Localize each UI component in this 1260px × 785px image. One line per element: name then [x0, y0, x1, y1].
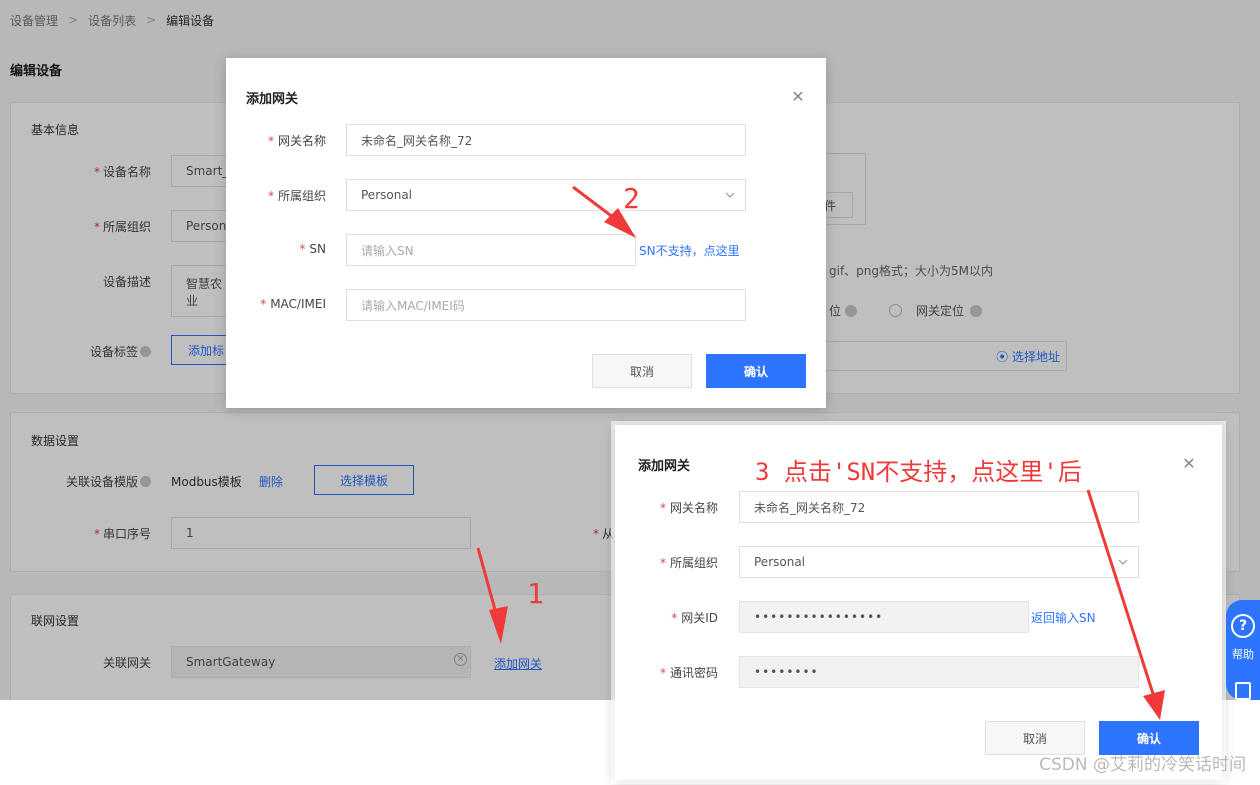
- sn-unsupported-link[interactable]: SN不支持，点这里: [639, 242, 740, 259]
- annotation-step-1: 1: [527, 577, 544, 610]
- mac-label: * MAC/IMEI: [260, 297, 326, 311]
- chevron-down-icon: [1118, 559, 1128, 565]
- password-label: * 通讯密码: [659, 666, 718, 680]
- document-icon: [1235, 682, 1251, 700]
- gateway-name-label: * 网关名称: [267, 134, 326, 148]
- close-icon[interactable]: ✕: [1182, 456, 1196, 472]
- modal-title: 添加网关: [638, 459, 691, 474]
- gateway-id-input[interactable]: ••••••••••••••••: [739, 601, 1029, 633]
- help-label: 帮助: [1232, 648, 1254, 661]
- sn-label: * SN: [299, 242, 326, 256]
- mac-input[interactable]: 请输入MAC/IMEI码: [346, 289, 746, 321]
- gateway-name-input[interactable]: 未命名_网关名称_72: [739, 491, 1139, 523]
- org-label: * 所属组织: [659, 556, 718, 570]
- org-select[interactable]: Personal: [739, 546, 1139, 578]
- gateway-name-label: * 网关名称: [659, 501, 718, 515]
- password-input[interactable]: ••••••••: [739, 656, 1139, 688]
- chevron-down-icon: [725, 192, 735, 198]
- org-label: * 所属组织: [267, 189, 326, 203]
- cancel-button[interactable]: 取消: [592, 354, 692, 388]
- modal-title: 添加网关: [246, 92, 299, 107]
- annotation-step-2: 2: [623, 182, 640, 215]
- confirm-button[interactable]: 确认: [706, 354, 806, 388]
- org-select[interactable]: Personal: [346, 179, 746, 211]
- gateway-name-input[interactable]: 未命名_网关名称_72: [346, 124, 746, 156]
- gateway-id-label: * 网关ID: [671, 611, 718, 625]
- watermark: CSDN @艾莉的冷笑话时间: [1039, 755, 1246, 775]
- add-gateway-modal-sn: 添加网关 ✕ * 网关名称 未命名_网关名称_72 * 所属组织 Personal …: [226, 58, 826, 408]
- close-icon[interactable]: ✕: [791, 89, 805, 105]
- help-tab[interactable]: ? 帮助: [1226, 600, 1260, 700]
- sn-input[interactable]: 请输入SN: [346, 234, 636, 266]
- question-icon: ?: [1231, 614, 1255, 638]
- back-to-sn-link[interactable]: 返回输入SN: [1031, 609, 1096, 626]
- annotation-step-3: 3 点击'SN不支持，点这里'后: [755, 458, 1082, 486]
